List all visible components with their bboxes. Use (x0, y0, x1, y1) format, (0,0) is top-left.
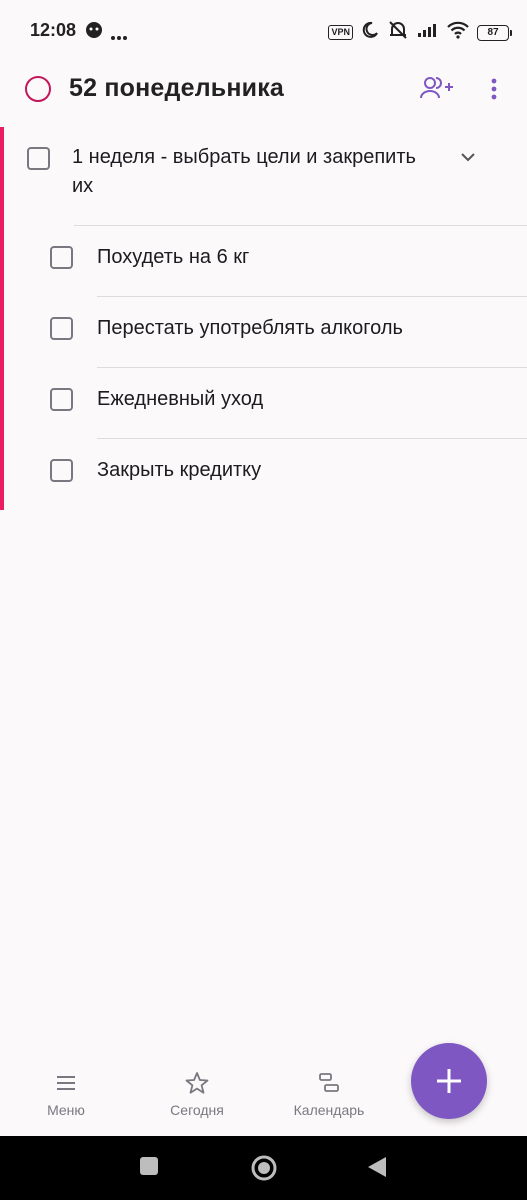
subtask-title: Ежедневный уход (97, 388, 264, 410)
battery-icon: 87 (477, 24, 512, 41)
more-dots-icon (110, 28, 128, 46)
nav-item-calendar[interactable]: Календарь (274, 1056, 384, 1118)
subtask-checkbox[interactable] (50, 317, 73, 340)
add-task-button[interactable] (411, 1043, 487, 1119)
status-bar: 12:08 VPN 87 (0, 0, 527, 62)
moon-icon (361, 21, 379, 44)
muted-alarm-icon (387, 20, 409, 45)
list-color-circle-icon (25, 76, 51, 102)
star-icon (184, 1070, 210, 1096)
share-list-button[interactable] (418, 74, 454, 104)
calendar-icon (316, 1070, 342, 1096)
list-header: 52 понедельника (0, 62, 527, 118)
nav-label: Сегодня (170, 1102, 224, 1118)
subtask-item[interactable]: Похудеть на 6 кг (0, 226, 527, 297)
list-title: 52 понедельника (69, 74, 285, 102)
status-time: 12:08 (30, 20, 77, 40)
task-list: 1 неделя - выбрать цели и закрепить их П… (0, 127, 527, 510)
subtask-title: Похудеть на 6 кг (97, 246, 250, 268)
signal-icon (417, 22, 439, 43)
subtask-item[interactable]: Перестать употреблять алкоголь (0, 297, 527, 368)
more-vert-icon (480, 78, 508, 108)
subtask-checkbox[interactable] (50, 246, 73, 269)
app-notification-icon (84, 20, 104, 45)
more-options-button[interactable] (480, 74, 508, 104)
menu-icon (53, 1070, 79, 1096)
nav-item-menu[interactable]: Меню (11, 1056, 121, 1118)
subtask-title: Перестать употреблять алкоголь (97, 317, 403, 339)
home-circle-icon[interactable] (250, 1154, 278, 1187)
nav-label: Календарь (293, 1102, 365, 1118)
nav-item-today[interactable]: Сегодня (142, 1056, 252, 1118)
status-icons: VPN 87 (328, 20, 512, 45)
task-item-parent[interactable]: 1 неделя - выбрать цели и закрепить их (0, 127, 527, 226)
wifi-icon (447, 21, 469, 44)
system-navigation-bar (0, 1136, 527, 1200)
subtask-checkbox[interactable] (50, 388, 73, 411)
task-checkbox[interactable] (27, 147, 50, 170)
plus-icon (437, 1069, 461, 1093)
subtask-item[interactable]: Закрыть кредитку (0, 439, 527, 510)
chevron-down-icon[interactable] (456, 149, 480, 165)
vpn-icon: VPN (328, 25, 353, 40)
subtask-item[interactable]: Ежедневный уход (0, 368, 527, 439)
nav-label: Меню (47, 1102, 85, 1118)
task-title: 1 неделя - выбрать цели и закрепить их (72, 146, 416, 197)
subtask-checkbox[interactable] (50, 459, 73, 482)
subtask-title: Закрыть кредитку (97, 459, 262, 481)
back-triangle-icon[interactable] (367, 1156, 387, 1183)
recents-square-icon[interactable] (139, 1156, 159, 1181)
person-add-icon (418, 77, 454, 108)
